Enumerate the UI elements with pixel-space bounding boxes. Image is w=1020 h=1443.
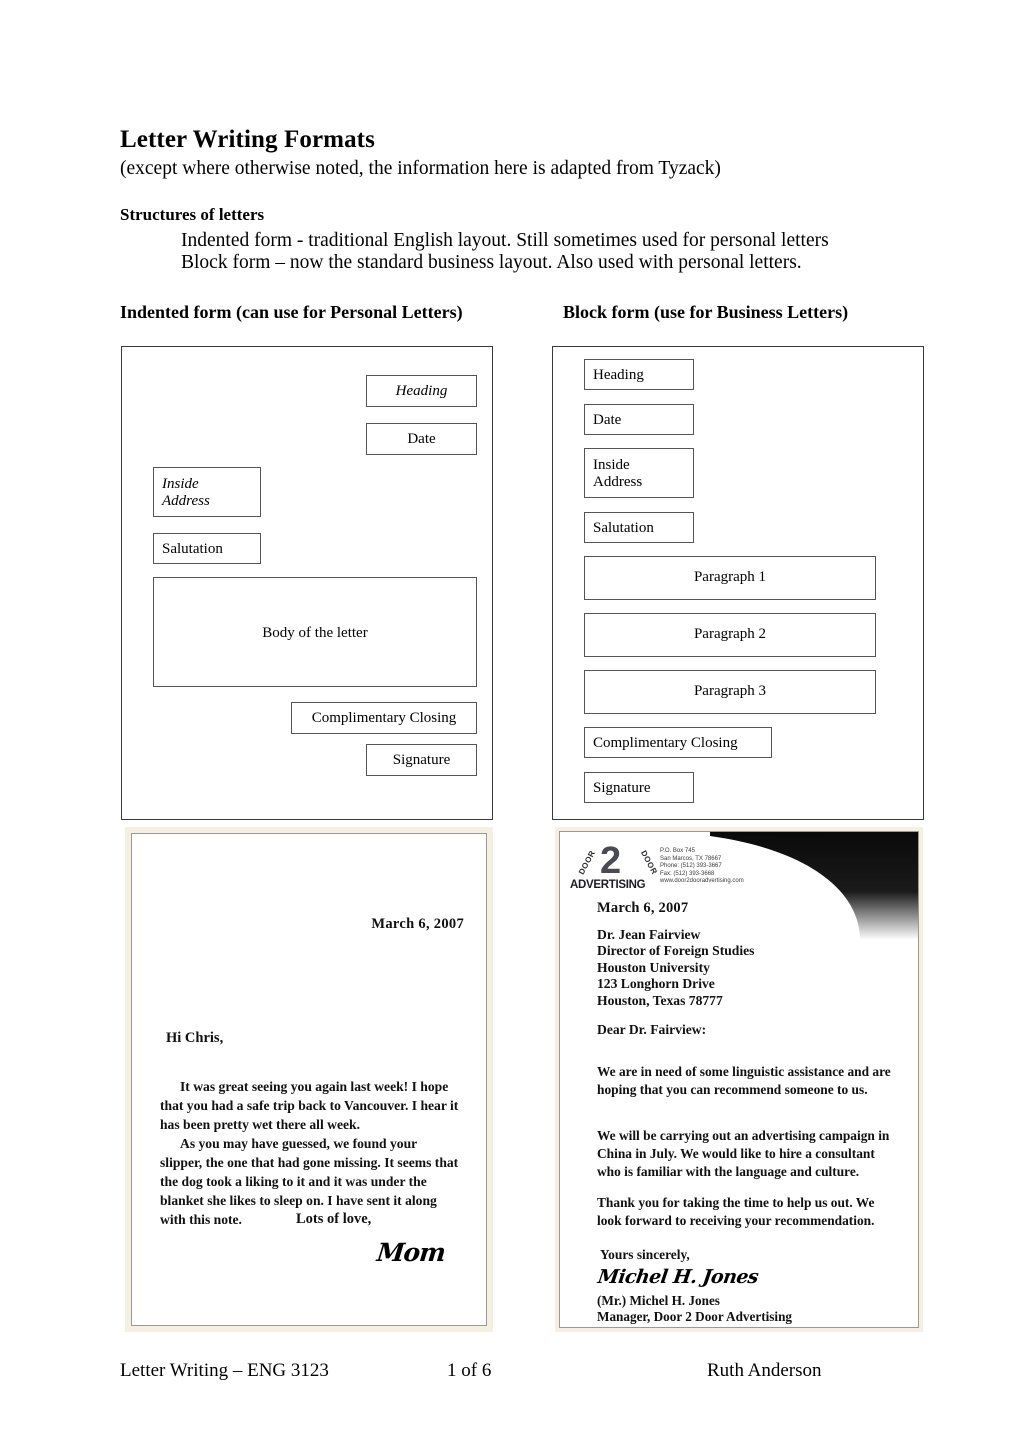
personal-letter-signature: Mom [375,1238,447,1267]
business-letter-salutation: Dear Dr. Fairview: [597,1022,707,1037]
business-letter-paragraph-2: We will be carrying out an advertising c… [597,1128,890,1179]
diagram-block-box-date-label: Date [593,412,622,428]
diagram-box-signature-label: Signature [392,752,451,768]
diagram-block-box-paragraph-1-label: Paragraph 1 [693,569,767,585]
page-title: Letter Writing Formats [120,126,375,153]
page-subtitle: (except where otherwise noted, the infor… [120,158,721,179]
diagram-box-date-label: Date [407,431,436,447]
diagram-box-complimentary-closing: Complimentary Closing [291,702,477,734]
structures-block-description: Block form – now the standard business l… [181,252,802,273]
diagram-box-heading: Heading [366,375,477,407]
logo-number-icon: 2 [600,840,622,882]
diagram-block-box-paragraph-1: Paragraph 1 [584,556,876,600]
diagram-block-box-heading: Heading [584,359,694,390]
logo-arc-right-text: DOOR [638,848,660,877]
diagram-box-body: Body of the letter [153,577,477,687]
personal-letter-sheet: March 6, 2007 Hi Chris, It was great see… [131,833,487,1326]
column-heading-indented: Indented form (can use for Personal Lett… [120,302,463,322]
personal-letter-closing: Lots of love, [296,1211,372,1227]
diagram-indented-form: Heading Date Inside Address Salutation B… [121,346,493,820]
column-heading-block: Block form (use for Business Letters) [563,302,849,322]
business-letter-date: March 6, 2007 [597,900,689,916]
diagram-box-signature: Signature [366,744,477,776]
diagram-block-box-heading-label: Heading [593,367,644,383]
diagram-box-salutation-label: Salutation [162,541,223,557]
diagram-box-inside-address: Inside Address [153,467,261,517]
diagram-block-box-date: Date [584,404,694,435]
diagram-block-box-paragraph-3: Paragraph 3 [584,670,876,714]
personal-letter-salutation: Hi Chris, [166,1030,224,1046]
diagram-box-heading-label: Heading [395,383,448,399]
structures-indented-description: Indented form - traditional English layo… [181,230,829,251]
personal-letter-paragraph-1: It was great seeing you again last week!… [160,1079,459,1132]
business-letter-inside-address: Dr. Jean Fairview Director of Foreign St… [597,927,755,1008]
diagram-block-box-inside-address: Inside Address [584,448,694,498]
diagram-block-form: Heading Date Inside Address Salutation P… [552,346,924,820]
footer-author: Ruth Anderson [707,1360,822,1381]
business-letter-paragraph-3: Thank you for taking the time to help us… [597,1195,875,1228]
business-letter-sheet: DOOR 2 DOOR ADVERTISING P.O. Box 745 San… [559,831,919,1328]
diagram-box-inside-address-label: Inside Address [162,476,210,509]
diagram-box-body-label: Body of the letter [262,625,368,641]
document-page: Letter Writing Formats (except where oth… [0,0,1020,1443]
letterhead-contact-info: P.O. Box 745 San Marcos, TX 78667 Phone:… [660,848,744,885]
business-letter-signer-block: (Mr.) Michel H. Jones Manager, Door 2 Do… [597,1293,792,1324]
diagram-box-complimentary-closing-label: Complimentary Closing [311,710,457,726]
personal-letter-body: It was great seeing you again last week!… [160,1077,460,1229]
personal-letter-date: March 6, 2007 [371,916,464,932]
diagram-block-box-paragraph-3-label: Paragraph 3 [693,683,767,699]
logo-arc-left-text: DOOR [576,848,598,877]
diagram-box-salutation: Salutation [153,533,261,564]
diagram-block-box-complimentary-closing-label: Complimentary Closing [593,735,738,751]
diagram-block-box-paragraph-2-label: Paragraph 2 [693,626,767,642]
diagram-box-date: Date [366,423,477,455]
business-letter-closing: Yours sincerely, [600,1247,690,1262]
footer-page-number: 1 of 6 [447,1360,492,1381]
footer-course: Letter Writing – ENG 3123 [120,1360,329,1381]
diagram-block-box-complimentary-closing: Complimentary Closing [584,727,772,758]
diagram-block-box-inside-address-label: Inside Address [593,457,643,490]
sample-personal-letter-image: March 6, 2007 Hi Chris, It was great see… [125,827,493,1332]
diagram-block-box-signature-label: Signature [593,780,651,796]
diagram-block-box-paragraph-2: Paragraph 2 [584,613,876,657]
sample-business-letter-image: DOOR 2 DOOR ADVERTISING P.O. Box 745 San… [555,827,923,1332]
diagram-block-box-salutation: Salutation [584,512,694,543]
diagram-block-box-salutation-label: Salutation [593,520,654,536]
diagram-block-box-signature: Signature [584,772,694,803]
business-letter-paragraph-1: We are in need of some linguistic assist… [597,1064,891,1097]
logo-advertising-text: ADVERTISING [570,879,646,891]
section-heading-structures: Structures of letters [120,205,265,224]
business-letter-signature: Michel H. Jones [596,1266,760,1288]
